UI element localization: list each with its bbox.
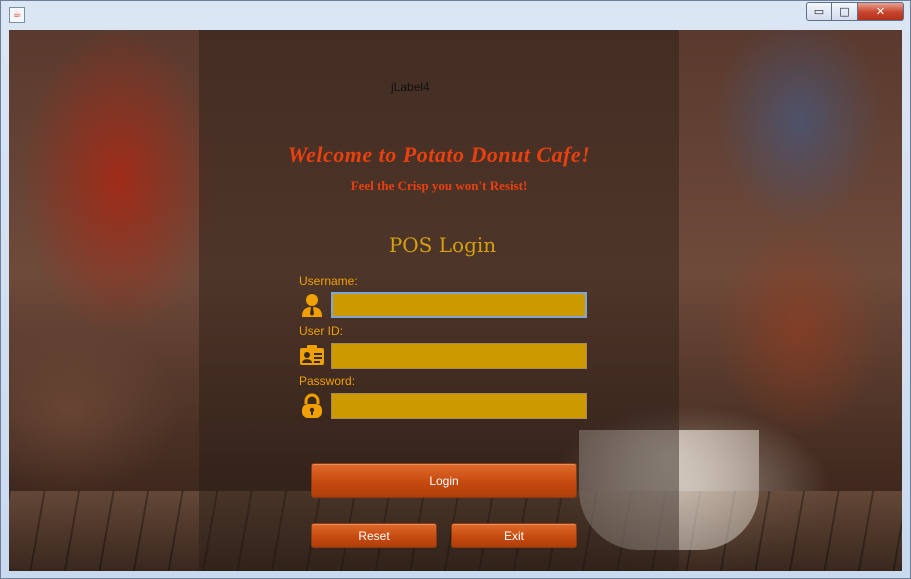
username-label: Username:: [299, 274, 358, 288]
lock-icon: [299, 393, 325, 419]
title-bar[interactable]: ☕ ▭ □ ✕: [1, 1, 910, 29]
welcome-heading: Welcome to Potato Donut Cafe!: [287, 142, 591, 167]
minimize-button[interactable]: ▭: [806, 2, 832, 21]
userid-field[interactable]: [331, 343, 587, 369]
maximize-button[interactable]: □: [832, 2, 858, 21]
id-card-icon: [299, 343, 325, 369]
app-window: ☕ ▭ □ ✕ jLabel4 Welcome to Potato Donut …: [0, 0, 911, 579]
reset-button[interactable]: Reset: [311, 523, 437, 548]
login-button[interactable]: Login: [311, 463, 577, 498]
password-field[interactable]: [331, 393, 587, 419]
window-controls: ▭ □ ✕: [806, 2, 904, 21]
tagline: Feel the Crisp you won't Resist!: [350, 178, 528, 193]
pos-login-title: POS Login: [388, 233, 497, 257]
username-field[interactable]: [331, 292, 587, 318]
close-button[interactable]: ✕: [858, 2, 904, 21]
login-frame: jLabel4 Welcome to Potato Donut Cafe! Fe…: [9, 30, 902, 571]
exit-button[interactable]: Exit: [451, 523, 577, 548]
java-app-icon: ☕: [9, 7, 25, 23]
person-icon: [299, 292, 325, 318]
userid-label: User ID:: [299, 324, 344, 338]
password-label: Password:: [299, 374, 356, 388]
placeholder-label: jLabel4: [391, 80, 430, 94]
